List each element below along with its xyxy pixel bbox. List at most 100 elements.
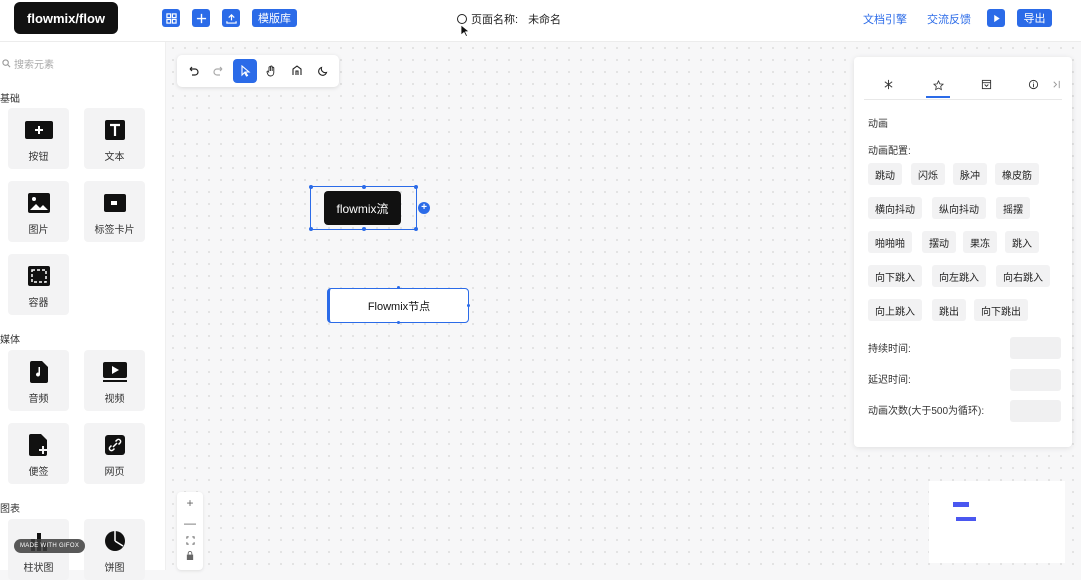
component-pie-chart[interactable]: 饼图 bbox=[84, 519, 145, 580]
add-page-button[interactable] bbox=[192, 9, 210, 27]
component-video[interactable]: 视频 bbox=[84, 350, 145, 411]
minimap[interactable] bbox=[929, 481, 1065, 563]
count-input[interactable] bbox=[1010, 400, 1061, 422]
collapse-panel-button[interactable] bbox=[1044, 72, 1068, 96]
component-tag-card[interactable]: 标签卡片 bbox=[84, 181, 145, 242]
page-status-icon bbox=[457, 14, 467, 24]
collapse-icon bbox=[1052, 80, 1060, 88]
animation-chip[interactable]: 向上跳入 bbox=[868, 299, 922, 321]
minimap-node bbox=[953, 502, 969, 507]
animation-chip[interactable]: 向下跳出 bbox=[974, 299, 1028, 321]
image-icon bbox=[27, 193, 50, 213]
animation-chip[interactable]: 纵向抖动 bbox=[932, 197, 986, 219]
upload-icon bbox=[225, 13, 237, 24]
resize-handle[interactable] bbox=[362, 185, 366, 189]
select-tool-button[interactable] bbox=[233, 59, 257, 83]
canvas-toolbar bbox=[177, 55, 339, 87]
tab-animation[interactable] bbox=[926, 74, 950, 98]
animation-chip[interactable]: 啪啪啪 bbox=[868, 231, 912, 253]
flow-node-button[interactable]: flowmix流 bbox=[324, 191, 401, 225]
animation-chip[interactable]: 横向抖动 bbox=[868, 197, 922, 219]
docs-link[interactable]: 文档引擎 bbox=[863, 11, 907, 27]
tab-events[interactable] bbox=[974, 72, 998, 96]
app-logo[interactable]: flowmix/flow bbox=[14, 2, 118, 34]
animation-chip[interactable]: 闪烁 bbox=[911, 163, 945, 185]
hand-icon bbox=[266, 65, 275, 77]
page-name[interactable]: 页面名称: 未命名 bbox=[457, 11, 561, 27]
audio-icon bbox=[29, 361, 48, 383]
animation-section-title: 动画 bbox=[868, 119, 888, 130]
undo-icon bbox=[189, 66, 199, 76]
page-name-value[interactable]: 未命名 bbox=[528, 11, 561, 27]
plus-icon bbox=[196, 13, 206, 23]
component-label: 便签 bbox=[28, 467, 49, 478]
component-image[interactable]: 图片 bbox=[8, 181, 69, 242]
connection-port[interactable] bbox=[467, 304, 470, 307]
component-label: 音频 bbox=[28, 394, 49, 405]
lock-icon[interactable] bbox=[186, 551, 194, 560]
connection-port[interactable] bbox=[397, 321, 400, 324]
video-icon bbox=[102, 362, 127, 382]
template-library-button[interactable]: 模版库 bbox=[252, 9, 297, 27]
connect-tool-button[interactable] bbox=[285, 59, 309, 83]
note-icon bbox=[28, 434, 47, 456]
component-button[interactable]: 按钮 bbox=[8, 108, 69, 169]
animation-chip[interactable]: 向左跳入 bbox=[932, 265, 986, 287]
animation-chip[interactable]: 向右跳入 bbox=[996, 265, 1050, 287]
animation-chip[interactable]: 摇摆 bbox=[996, 197, 1030, 219]
component-audio[interactable]: 音频 bbox=[8, 350, 69, 411]
undo-button[interactable] bbox=[181, 59, 205, 83]
flow-node-text[interactable]: Flowmix节点 bbox=[327, 288, 469, 323]
minimap-node bbox=[956, 517, 976, 521]
animation-chip[interactable]: 橡皮筋 bbox=[995, 163, 1039, 185]
zoom-in-icon[interactable]: + bbox=[186, 496, 193, 510]
button-icon bbox=[24, 121, 53, 139]
resize-handle[interactable] bbox=[309, 185, 313, 189]
fit-view-icon[interactable] bbox=[185, 536, 195, 545]
duration-label: 持续时间: bbox=[868, 344, 911, 355]
pan-tool-button[interactable] bbox=[259, 59, 283, 83]
resize-handle[interactable] bbox=[362, 227, 366, 231]
sparkle-icon bbox=[884, 79, 892, 89]
tag-card-icon bbox=[103, 194, 126, 212]
animation-chip[interactable]: 跳入 bbox=[1005, 231, 1039, 253]
export-button[interactable]: 导出 bbox=[1017, 9, 1052, 27]
animation-chip[interactable]: 跳出 bbox=[932, 299, 966, 321]
theme-toggle-button[interactable] bbox=[311, 59, 335, 83]
resize-handle[interactable] bbox=[414, 185, 418, 189]
component-text[interactable]: 文本 bbox=[84, 108, 145, 169]
layout-button[interactable] bbox=[162, 9, 180, 27]
component-note[interactable]: 便签 bbox=[8, 423, 69, 484]
add-connection-handle[interactable]: + bbox=[418, 202, 430, 214]
component-label: 标签卡片 bbox=[94, 225, 135, 236]
connection-port[interactable] bbox=[397, 286, 400, 289]
redo-button[interactable] bbox=[207, 59, 231, 83]
top-header: flowmix/flow 模版库 页面名称: 未命名 文档引擎 交流反馈 导出 bbox=[0, 0, 1081, 42]
component-label: 容器 bbox=[28, 298, 49, 309]
animation-chip[interactable]: 跳动 bbox=[868, 163, 902, 185]
animation-chip[interactable]: 脉冲 bbox=[953, 163, 987, 185]
upload-button[interactable] bbox=[222, 9, 240, 27]
resize-handle[interactable] bbox=[414, 227, 418, 231]
zoom-controls: + — bbox=[177, 492, 203, 570]
search-placeholder: 搜索元素 bbox=[14, 60, 54, 71]
animation-chip[interactable]: 果冻 bbox=[963, 231, 997, 253]
duration-input[interactable] bbox=[1010, 337, 1061, 359]
preview-button[interactable] bbox=[987, 9, 1005, 27]
component-sidebar: 搜索元素 基础 按钮 文本 图片 标签卡片 容器 媒体 音频 视频 便签 网页 … bbox=[0, 42, 166, 580]
feedback-link[interactable]: 交流反馈 bbox=[927, 11, 971, 27]
section-media: 媒体 bbox=[0, 335, 20, 346]
animation-chip[interactable]: 向下跳入 bbox=[868, 265, 922, 287]
resize-handle[interactable] bbox=[309, 227, 313, 231]
animation-chip[interactable]: 摆动 bbox=[922, 231, 956, 253]
search-icon bbox=[2, 59, 11, 68]
component-webpage[interactable]: 网页 bbox=[84, 423, 145, 484]
delay-input[interactable] bbox=[1010, 369, 1061, 391]
tab-style[interactable] bbox=[876, 72, 900, 96]
component-container[interactable]: 容器 bbox=[8, 254, 69, 315]
component-label: 按钮 bbox=[28, 152, 49, 163]
zoom-out-icon[interactable]: — bbox=[184, 516, 196, 530]
component-search[interactable]: 搜索元素 bbox=[2, 56, 54, 71]
window-icon bbox=[981, 79, 991, 89]
tab-info[interactable] bbox=[1021, 72, 1045, 96]
